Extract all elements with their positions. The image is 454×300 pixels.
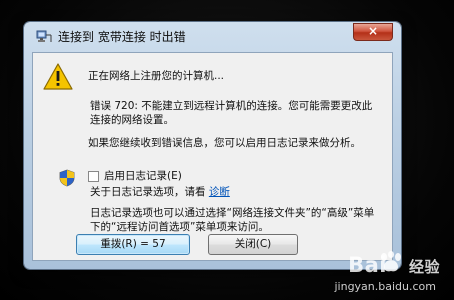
screen-background: 连接到 宽带连接 时出错 × 正在网络上注册您的计算机... 错误 720: 不…: [0, 0, 454, 300]
logging-info-text: 关于日志记录选项，请看 诊断: [90, 185, 230, 199]
logging-info-prefix: 关于日志记录选项，请看: [90, 186, 206, 198]
enable-logging-checkbox[interactable]: [88, 171, 99, 182]
warning-icon: [43, 63, 73, 90]
enable-logging-label[interactable]: 启用日志记录(E): [104, 169, 182, 183]
dialog-title: 连接到 宽带连接 时出错: [58, 30, 186, 44]
logging-description-line2: 下的“远程访问首选项”菜单项来访问。: [90, 221, 269, 233]
diagnostics-link[interactable]: 诊断: [209, 186, 230, 198]
dialog-body: 正在网络上注册您的计算机... 错误 720: 不能建立到远程计算机的连接。您可…: [32, 52, 393, 261]
close-icon: ×: [367, 24, 379, 38]
logging-description-line1: 日志记录选项也可以通过选择“网络连接文件夹”的“高级”菜单: [90, 207, 375, 219]
error-message-line2: 连接的网络设置。: [90, 114, 174, 126]
title-bar[interactable]: 连接到 宽带连接 时出错 ×: [24, 22, 401, 50]
logging-hint: 如果您继续收到错误信息，您可以启用日志记录来做分析。: [88, 137, 361, 149]
close-window-button[interactable]: ×: [353, 23, 393, 41]
baidu-jingyan-watermark: Bai 经验 jingyan.baidu.com: [288, 249, 448, 297]
status-message: 正在网络上注册您的计算机...: [88, 70, 225, 82]
watermark-url: jingyan.baidu.com: [334, 280, 436, 293]
error-message-line1: 错误 720: 不能建立到远程计算机的连接。您可能需要更改此: [90, 100, 373, 112]
watermark-brand: Bai 经验: [348, 253, 440, 277]
close-button[interactable]: 关闭(C): [208, 234, 298, 255]
redial-button[interactable]: 重拨(R) = 57: [76, 234, 190, 255]
error-dialog: 连接到 宽带连接 时出错 × 正在网络上注册您的计算机... 错误 720: 不…: [24, 22, 401, 269]
network-connection-icon: [36, 30, 52, 42]
uac-shield-icon: [59, 169, 75, 187]
